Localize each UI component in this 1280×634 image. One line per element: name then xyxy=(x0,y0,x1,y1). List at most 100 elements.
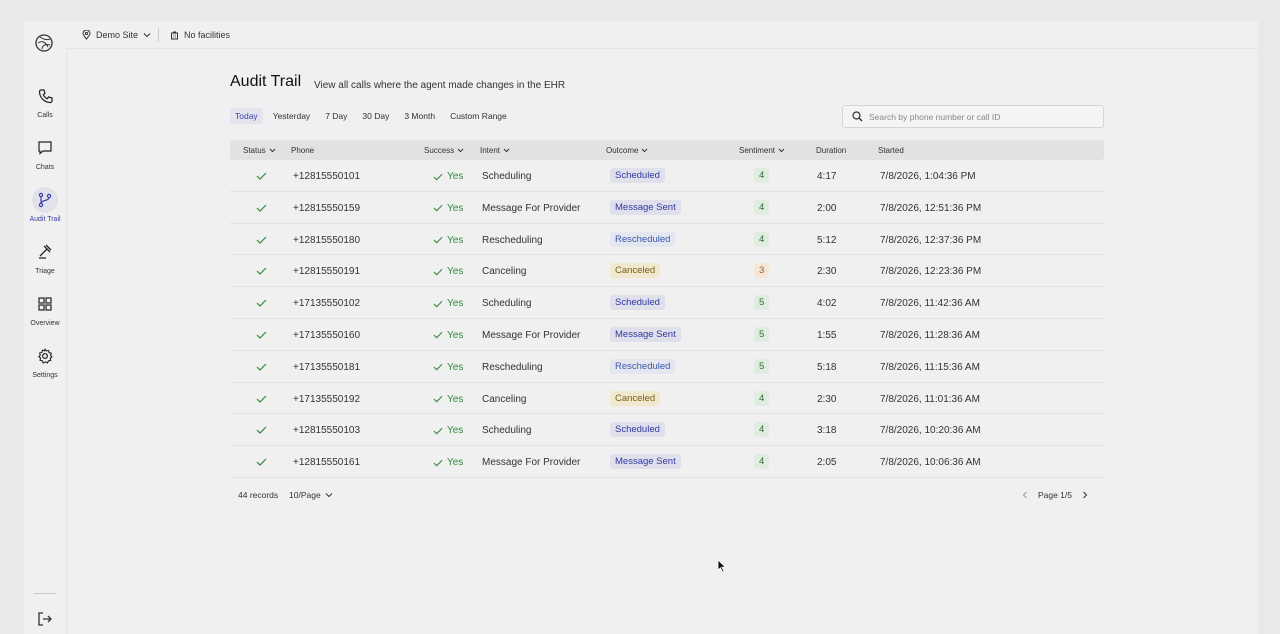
column-header-started: Started xyxy=(878,146,904,155)
sidebar-item-label: Calls xyxy=(37,112,53,119)
status-success-icon xyxy=(256,267,267,278)
success-value: Yes xyxy=(447,329,464,341)
chevron-right-icon xyxy=(1083,491,1088,499)
checkmark-icon xyxy=(433,173,443,180)
table-row[interactable]: +12815550101 Yes Scheduling Scheduled 4 4:17 7… xyxy=(230,160,1104,192)
prev-page-button[interactable] xyxy=(1020,488,1030,502)
location-pin-icon xyxy=(82,30,91,40)
nav-icon-wrap xyxy=(32,135,58,161)
filter-yesterday[interactable]: Yesterday xyxy=(268,108,316,124)
app-logo xyxy=(35,34,53,52)
column-header-label: Outcome xyxy=(606,146,639,155)
started-cell: 7/8/2026, 11:42:36 AM xyxy=(880,298,980,310)
intent-cell: Message For Provider xyxy=(482,457,581,469)
sentiment-badge: 4 xyxy=(754,454,770,470)
checkmark-icon xyxy=(433,395,443,403)
search-box[interactable] xyxy=(842,105,1104,128)
table-row[interactable]: +17135550102 Yes Scheduling Scheduled 5 4:02 7… xyxy=(230,287,1104,319)
sidebar-item-label: Triage xyxy=(35,268,55,275)
mouse-cursor-icon xyxy=(717,559,727,573)
sidebar-divider xyxy=(34,593,56,594)
sidebar-item-triage[interactable]: Triage xyxy=(24,239,66,291)
success-cell: Yes xyxy=(433,425,463,436)
checkmark-icon xyxy=(433,236,443,244)
search-input[interactable] xyxy=(869,111,1089,122)
phone-cell: +12815550101 xyxy=(293,171,361,182)
phone-cell: +12815550191 xyxy=(293,266,361,278)
started-cell: 7/8/2026, 1:04:36 PM xyxy=(880,171,976,182)
building-icon xyxy=(171,31,178,39)
status-success-icon xyxy=(256,204,267,215)
sidebar-item-chats[interactable]: Chats xyxy=(24,135,66,187)
column-header-outcome[interactable]: Outcome xyxy=(606,146,648,155)
sidebar-nav: Calls Chats Audit Trail Triage Overview Setti… xyxy=(24,83,66,395)
sidebar: Calls Chats Audit Trail Triage Overview Setti… xyxy=(24,21,66,634)
success-cell: Yes xyxy=(433,298,463,309)
phone-cell: +12815550103 xyxy=(293,425,361,437)
page-size-select[interactable]: 10/Page xyxy=(289,490,333,500)
page-indicator: Page 1/5 xyxy=(1037,490,1072,500)
site-name: Demo Site xyxy=(96,30,139,40)
started-cell: 7/8/2026, 10:20:36 AM xyxy=(880,425,981,437)
status-success-icon xyxy=(256,395,267,406)
checkmark-icon xyxy=(256,172,267,180)
sidebar-item-audit-trail[interactable]: Audit Trail xyxy=(24,187,66,239)
checkmark-icon xyxy=(256,204,267,212)
sidebar-item-overview[interactable]: Overview xyxy=(24,291,66,343)
filter-custom-range[interactable]: Custom Range xyxy=(445,108,512,124)
column-header-success[interactable]: Success xyxy=(424,146,464,155)
site-selector[interactable]: Demo Site xyxy=(82,30,151,40)
status-success-icon xyxy=(256,426,267,437)
logout-icon[interactable] xyxy=(36,610,54,628)
checkmark-icon xyxy=(256,299,267,308)
checkmark-icon xyxy=(433,205,443,212)
topbar: Demo Site No facilities xyxy=(66,21,1258,49)
column-header-label: Duration xyxy=(816,146,847,155)
table-row[interactable]: +12815550103 Yes Scheduling Scheduled 4 3:18 7… xyxy=(230,414,1104,447)
duration-cell: 2:30 xyxy=(817,393,837,405)
chevron-down-icon xyxy=(642,148,648,153)
table-row[interactable]: +17135550192 Yes Canceling Canceled 4 2:30 7/8… xyxy=(230,383,1104,415)
sidebar-item-calls[interactable]: Calls xyxy=(24,83,66,135)
status-success-icon xyxy=(256,236,267,247)
success-cell: Yes xyxy=(433,266,463,277)
table-row[interactable]: +12815550180 Yes Rescheduling Rescheduled 4 5… xyxy=(230,224,1104,256)
checkmark-icon xyxy=(256,426,267,435)
filter-7-day[interactable]: 7 Day xyxy=(320,108,352,124)
filter-3-month[interactable]: 3 Month xyxy=(399,108,440,124)
checkmark-icon xyxy=(433,427,443,435)
column-header-status[interactable]: Status xyxy=(243,146,276,155)
sentiment-badge: 4 xyxy=(754,168,770,183)
sentiment-badge: 4 xyxy=(754,231,770,247)
table-row[interactable]: +12815550191 Yes Canceling Canceled 3 2:30 7/8… xyxy=(230,255,1104,288)
status-success-icon xyxy=(256,172,267,183)
checkmark-icon xyxy=(433,459,443,467)
table-row[interactable]: +12815550161 Yes Message For Provider Messa… xyxy=(230,446,1104,478)
facilities-selector[interactable]: No facilities xyxy=(170,30,230,40)
next-page-button[interactable] xyxy=(1080,488,1090,502)
outcome-badge: Canceled xyxy=(610,390,661,406)
sidebar-item-label: Settings xyxy=(32,372,58,379)
filter-30-day[interactable]: 30 Day xyxy=(357,108,394,124)
sidebar-item-settings[interactable]: Settings xyxy=(24,343,66,395)
sentiment-badge: 4 xyxy=(754,390,770,406)
audit-branch-icon xyxy=(38,192,52,208)
outcome-badge: Scheduled xyxy=(610,168,665,183)
column-header-duration: Duration xyxy=(816,146,846,155)
success-value: Yes xyxy=(447,266,464,278)
checkmark-icon xyxy=(256,236,267,244)
table-row[interactable]: +17135550160 Yes Message For Provider Messa… xyxy=(230,319,1104,351)
status-success-icon xyxy=(256,363,267,374)
success-cell: Yes xyxy=(433,203,463,214)
column-header-intent[interactable]: Intent xyxy=(480,146,510,155)
column-header-sentiment[interactable]: Sentiment xyxy=(739,146,785,155)
table-row[interactable]: +17135550181 Yes Rescheduling Rescheduled 5 5… xyxy=(230,351,1104,383)
outcome-badge: Message Sent xyxy=(610,326,681,342)
filter-today[interactable]: Today xyxy=(230,108,263,124)
table-row[interactable]: +12815550159 Yes Message For Provider Messa… xyxy=(230,192,1104,224)
sentiment-badge: 4 xyxy=(754,422,770,438)
success-cell: Yes xyxy=(433,362,463,373)
intent-cell: Canceling xyxy=(482,393,527,405)
chevron-down-icon xyxy=(325,493,333,498)
checkmark-icon xyxy=(256,331,267,339)
